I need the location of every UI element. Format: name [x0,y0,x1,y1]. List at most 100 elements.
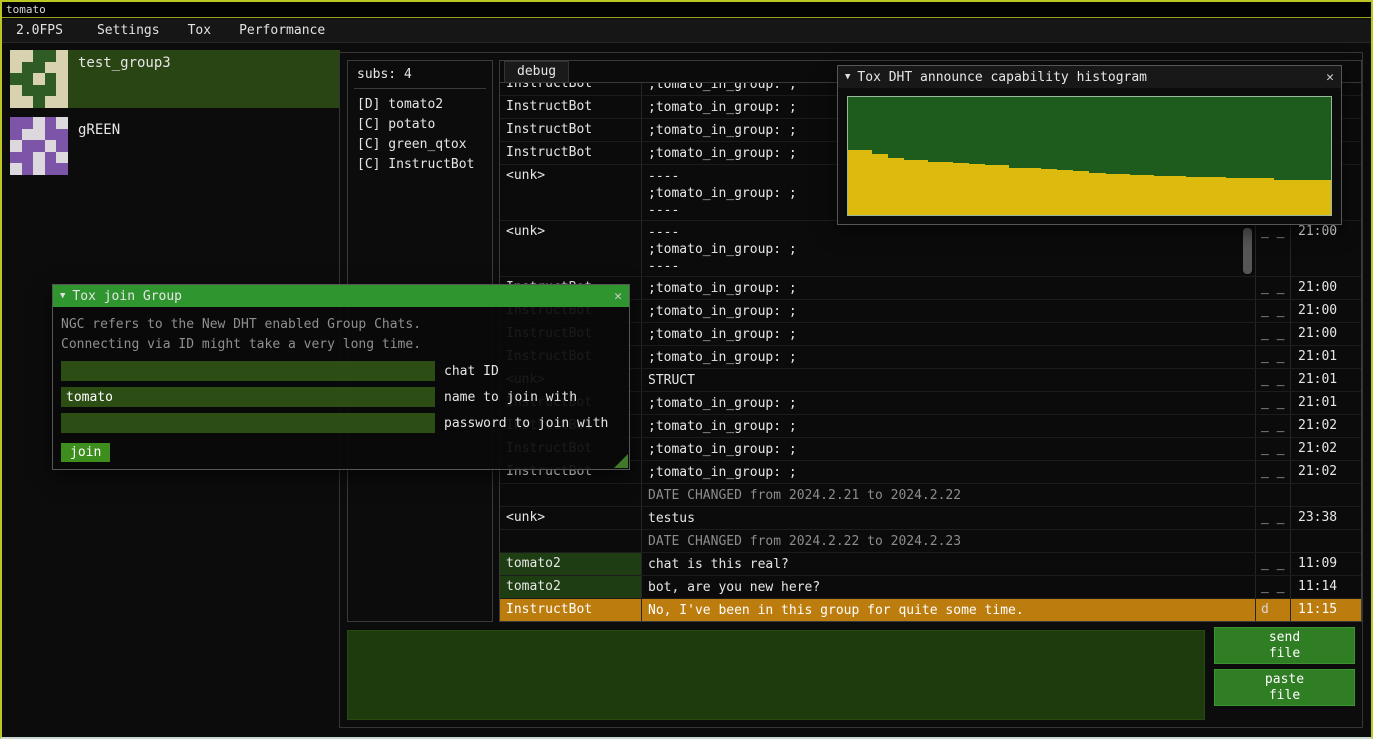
message-time: 11:09 [1291,553,1361,575]
system-message-row[interactable]: DATE CHANGED from 2024.2.21 to 2024.2.22 [500,484,1361,507]
join-password-label: password to join with [444,416,608,431]
histogram-bar [1025,168,1033,215]
histogram-bar [1250,178,1258,215]
message-row[interactable]: tomato2bot, are you new here?_ _11:14 [500,576,1361,599]
histogram-bar [1170,176,1178,215]
collapse-icon[interactable]: ▼ [845,72,850,82]
histogram-bar [1106,174,1114,215]
menu-item-settings[interactable]: Settings [83,23,174,38]
sender-name: tomato2 [500,553,642,575]
message-time: 11:14 [1291,576,1361,598]
histogram-bar [1057,170,1065,215]
sender-name: InstructBot [500,119,642,141]
message-status: _ _ [1256,300,1291,322]
member-item[interactable]: [C] InstructBot [357,155,483,175]
close-icon[interactable]: ✕ [614,289,622,304]
member-item[interactable]: [D] tomato2 [357,95,483,115]
chat-id-input[interactable] [61,361,435,381]
collapse-icon[interactable]: ▼ [60,291,65,301]
contact-name: gREEN [78,117,120,175]
message-text: STRUCT [642,369,1256,391]
join-password-input[interactable] [61,413,435,433]
message-row[interactable]: InstructBotNo, I've been in this group f… [500,599,1361,621]
histogram-bar [1073,171,1081,215]
histogram-bar [1234,178,1242,215]
message-time: 21:00 [1291,323,1361,345]
menu-item-performance[interactable]: Performance [225,23,339,38]
histogram-bar [993,165,1001,215]
histogram-bar [1001,165,1009,215]
histogram-bar [1146,175,1154,215]
system-message-row[interactable]: DATE CHANGED from 2024.2.22 to 2024.2.23 [500,530,1361,553]
join-window-titlebar[interactable]: ▼ Tox join Group ✕ [53,285,629,307]
menu-item-tox[interactable]: Tox [174,23,225,38]
message-status: _ _ [1256,277,1291,299]
histogram-bar [912,160,920,215]
message-time: 21:00 [1291,277,1361,299]
histogram-bar [1097,173,1105,215]
message-input[interactable] [347,630,1205,720]
message-row[interactable]: <unk>testus_ _23:38 [500,507,1361,530]
resize-grip-icon[interactable] [614,454,628,468]
message-row[interactable]: <unk>----;tomato_in_group: ;----_ _21:00 [500,221,1361,277]
histogram-bar [1323,180,1331,215]
sender-name: InstructBot [500,96,642,118]
message-status: _ _ [1256,438,1291,460]
message-status: _ _ [1256,369,1291,391]
contact-item-green[interactable]: gREEN [10,117,340,175]
histogram-bar [969,164,977,215]
histogram-bar [1242,178,1250,215]
message-row[interactable]: tomato2chat is this real?_ _11:09 [500,553,1361,576]
close-icon[interactable]: ✕ [1326,70,1334,85]
histogram-bar [1299,180,1307,215]
join-group-window: ▼ Tox join Group ✕ NGC refers to the New… [52,284,630,470]
message-time: 23:38 [1291,507,1361,529]
tab-debug[interactable]: debug [504,61,569,82]
histogram-bar [1089,173,1097,215]
sender-name: InstructBot [500,83,642,95]
paste-file-button[interactable]: paste file [1214,669,1355,706]
histogram-window-title: Tox DHT announce capability histogram [857,70,1147,85]
join-button[interactable]: join [61,443,110,462]
sender-name [500,484,642,506]
sender-name: tomato2 [500,576,642,598]
contact-item-test-group3[interactable]: test_group3 [10,50,340,108]
histogram-bar [1033,168,1041,215]
histogram-bar [1258,178,1266,215]
histogram-window-titlebar[interactable]: ▼ Tox DHT announce capability histogram … [838,66,1341,88]
histogram-bar [928,162,936,215]
histogram-bar [1202,177,1210,215]
message-time: 21:00 [1291,221,1361,276]
send-file-button[interactable]: send file [1214,627,1355,664]
histogram-bar [1226,178,1234,215]
message-status: _ _ [1256,346,1291,368]
message-text: testus [642,507,1256,529]
message-text: ;tomato_in_group: ; [642,415,1256,437]
histogram-bar [1283,180,1291,215]
histogram-bar [880,154,888,215]
window-title: tomato [6,3,46,16]
histogram-bar [937,162,945,215]
sender-name: InstructBot [500,142,642,164]
member-item[interactable]: [C] potato [357,115,483,135]
member-item[interactable]: [C] green_qtox [357,135,483,155]
message-status: _ _ [1256,576,1291,598]
contact-name: test_group3 [78,50,171,108]
message-time: 21:00 [1291,300,1361,322]
histogram-bar [945,162,953,215]
message-text: bot, are you new here? [642,576,1256,598]
message-status: d [1256,599,1291,621]
histogram-bar [1162,176,1170,215]
histogram-plot [847,96,1332,216]
titlebar[interactable]: tomato [2,2,1371,18]
message-time: 21:01 [1291,346,1361,368]
message-time: 21:01 [1291,392,1361,414]
histogram-bar [888,158,896,215]
sender-name: <unk> [500,165,642,220]
join-name-input[interactable] [61,387,435,407]
join-description-line1: NGC refers to the New DHT enabled Group … [61,315,621,335]
histogram-bar [1186,177,1194,215]
scrollbar-thumb[interactable] [1243,228,1252,274]
message-text: chat is this real? [642,553,1256,575]
histogram-bar [1041,169,1049,215]
